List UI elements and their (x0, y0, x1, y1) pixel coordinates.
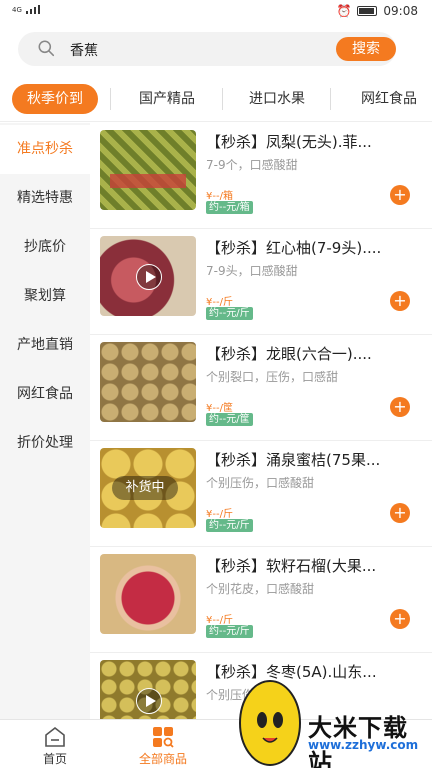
sidebar-item-origin-direct[interactable]: 产地直销 (0, 321, 90, 370)
unit-price-badge: 约--元/箱 (206, 201, 253, 214)
product-desc: 7-9个，口感酸甜 (206, 158, 298, 172)
product-title: 【秒杀】红心柚(7-9头).... (206, 239, 382, 257)
product-image (100, 554, 196, 634)
tab-internet-food[interactable]: 网红食品 (346, 84, 432, 114)
add-to-cart-button[interactable]: + (390, 609, 410, 629)
search-icon (38, 40, 55, 57)
product-price: ¥--/斤 (206, 615, 233, 626)
search-bar: 香蕉 搜索 (18, 32, 396, 66)
product-image (100, 342, 196, 422)
signal-indicator: 4G (12, 5, 40, 14)
tab-label: 首页 (42, 752, 67, 766)
product-title: 【秒杀】涌泉蜜桔(75果... (206, 451, 381, 469)
sidebar-item-discount[interactable]: 折价处理 (0, 419, 90, 468)
site-watermark: 大米下载站 www.zzhyw.com (236, 668, 432, 768)
sidebar-item-group-deal[interactable]: 聚划算 (0, 272, 90, 321)
product-desc: 个别花皮，口感酸甜 (206, 582, 315, 596)
unit-price-badge: 约--元/斤 (206, 625, 253, 638)
sidebar-item-bottom-price[interactable]: 抄底价 (0, 223, 90, 272)
product-desc: 个别压伤，口感酸甜 (206, 476, 315, 490)
product-desc: 7-9头，口感酸甜 (206, 264, 298, 278)
watermark-url: www.zzhyw.com (308, 738, 419, 752)
category-tabs: 秋季价到 国产精品 进口水果 网红食品 (0, 76, 432, 122)
tab-domestic[interactable]: 国产精品 (124, 84, 210, 114)
product-image (100, 130, 196, 210)
sidebar: 准点秒杀 精选特惠 抄底价 聚划算 产地直销 网红食品 折价处理 (0, 123, 90, 719)
list-item[interactable]: 【秒杀】凤梨(无头).菲... 7-9个，口感酸甜 ¥--/箱 约--元/箱 + (90, 123, 432, 229)
product-image (100, 660, 196, 719)
product-image: 补货中 (100, 448, 196, 528)
search-input[interactable]: 香蕉 (70, 40, 98, 60)
status-bar: 4G ⏰ 09:08 (0, 0, 432, 24)
product-price: ¥--/斤 (206, 509, 233, 520)
list-item[interactable]: 【秒杀】龙眼(六合一).... 个别裂口，压伤，口感甜 ¥--/筐 约--元/筐… (90, 335, 432, 441)
list-item[interactable]: 【秒杀】红心柚(7-9头).... 7-9头，口感酸甜 ¥--/斤 约--元/斤… (90, 229, 432, 335)
product-price: ¥--/箱 (206, 191, 233, 202)
add-to-cart-button[interactable]: + (390, 185, 410, 205)
product-price: ¥--/斤 (206, 297, 233, 308)
tab-autumn-price[interactable]: 秋季价到 (12, 84, 98, 114)
search-button[interactable]: 搜索 (336, 37, 396, 61)
clock: 09:08 (383, 4, 418, 18)
unit-price-badge: 约--元/筐 (206, 413, 253, 426)
list-item[interactable]: 补货中 【秒杀】涌泉蜜桔(75果... 个别压伤，口感酸甜 ¥--/斤 约--元… (90, 441, 432, 547)
alarm-icon: ⏰ (336, 4, 352, 18)
tab-imported[interactable]: 进口水果 (234, 84, 320, 114)
mascot-logo (239, 680, 301, 766)
product-image (100, 236, 196, 316)
tab-label: 全部商品 (138, 752, 187, 766)
add-to-cart-button[interactable]: + (390, 503, 410, 523)
add-to-cart-button[interactable]: + (390, 291, 410, 311)
product-title: 【秒杀】龙眼(六合一).... (206, 345, 372, 363)
sidebar-item-flash-sale[interactable]: 准点秒杀 (0, 125, 90, 174)
unit-price-badge: 约--元/斤 (206, 307, 253, 320)
unit-price-badge: 约--元/斤 (206, 519, 253, 532)
play-icon[interactable] (136, 264, 162, 290)
sidebar-item-internet-food[interactable]: 网红食品 (0, 370, 90, 419)
add-to-cart-button[interactable]: + (390, 397, 410, 417)
tab-home[interactable]: 首页 (0, 720, 110, 768)
home-icon (45, 726, 65, 747)
restock-badge: 补货中 (112, 476, 178, 500)
battery-icon (357, 6, 378, 16)
product-price: ¥--/筐 (206, 403, 233, 414)
list-item[interactable]: 【秒杀】软籽石榴(大果... 个别花皮，口感酸甜 ¥--/斤 约--元/斤 + (90, 547, 432, 653)
network-type: 4G (12, 6, 22, 14)
product-title: 【秒杀】凤梨(无头).菲... (206, 133, 372, 151)
play-icon[interactable] (136, 688, 162, 714)
product-list: 【秒杀】凤梨(无头).菲... 7-9个，口感酸甜 ¥--/箱 约--元/箱 +… (90, 123, 432, 719)
product-desc: 个别裂口，压伤，口感甜 (206, 370, 339, 384)
product-title: 【秒杀】软籽石榴(大果... (206, 557, 377, 575)
sidebar-item-selected-deals[interactable]: 精选特惠 (0, 174, 90, 223)
grid-search-icon (153, 727, 174, 748)
tab-all-products[interactable]: 全部商品 (108, 720, 218, 768)
